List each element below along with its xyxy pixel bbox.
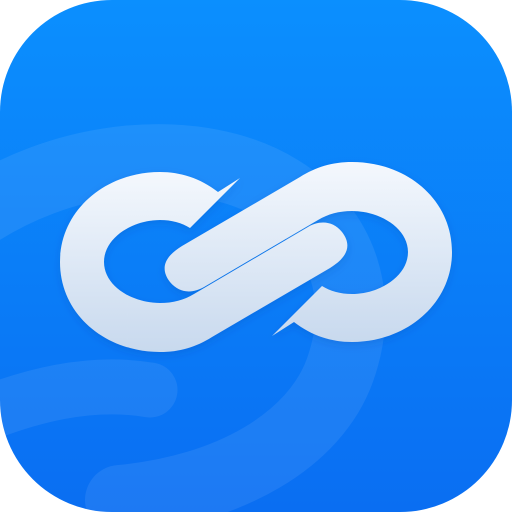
- icon-canvas: [0, 0, 512, 512]
- app-icon[interactable]: [0, 0, 512, 512]
